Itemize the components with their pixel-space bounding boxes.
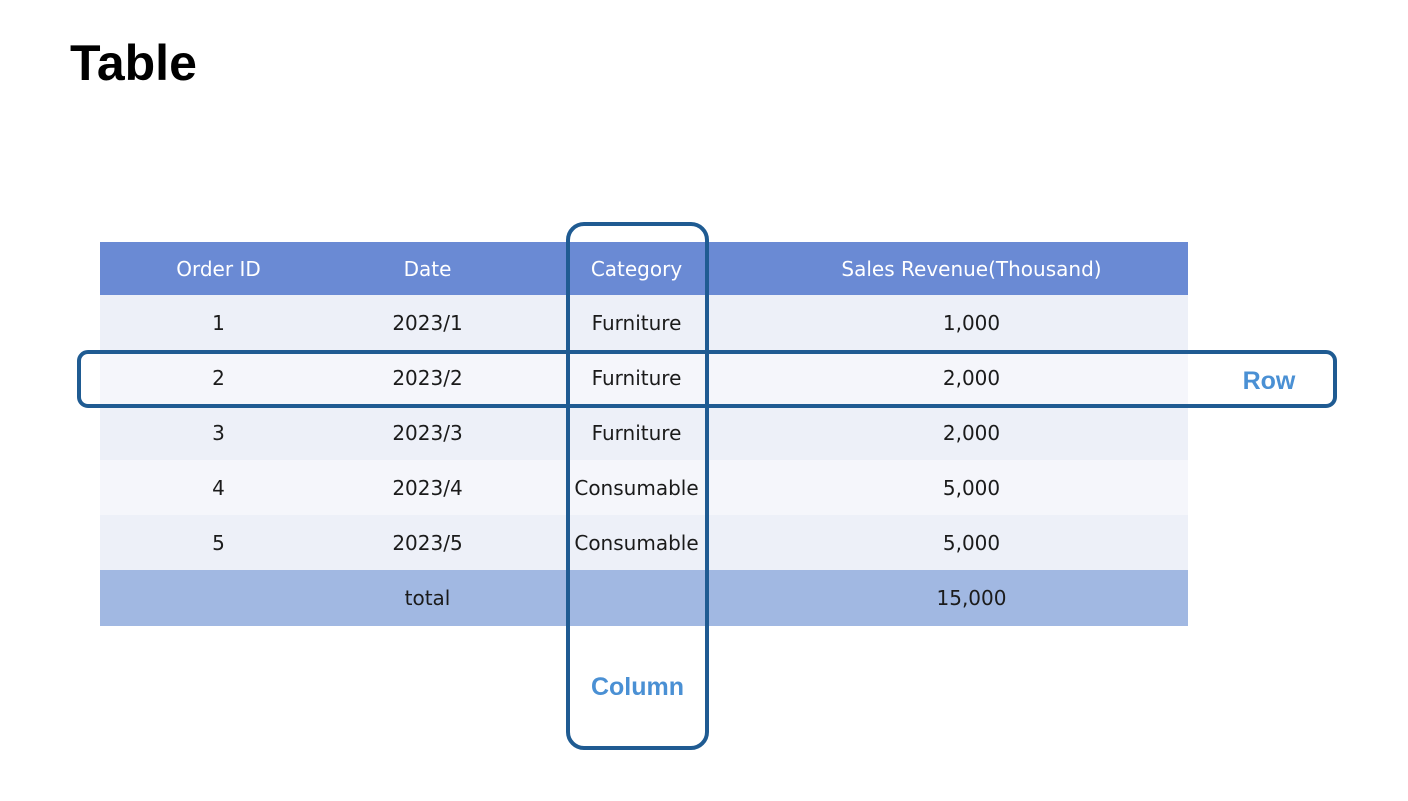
cell-order-id: 4	[212, 475, 225, 500]
header-category: Category	[590, 256, 683, 281]
cell-sales-revenue: 5,000	[942, 530, 1001, 555]
cell-date: 2023/1	[392, 310, 463, 335]
total-value: 15,000	[936, 586, 1007, 610]
cell-category: Consumable	[574, 530, 699, 555]
cell-date: 2023/2	[392, 365, 463, 390]
header-date: Date	[403, 256, 452, 281]
header-order-id: Order ID	[176, 256, 261, 281]
table-row: 2 2023/2 Furniture 2,000	[100, 350, 1188, 405]
cell-sales-revenue: 2,000	[942, 420, 1001, 445]
cell-sales-revenue: 2,000	[942, 365, 1001, 390]
cell-date: 2023/3	[392, 420, 463, 445]
total-empty-cell	[518, 570, 755, 626]
table-row: 3 2023/3 Furniture 2,000	[100, 405, 1188, 460]
table-row: 1 2023/1 Furniture 1,000	[100, 295, 1188, 350]
column-label: Column	[590, 673, 685, 701]
cell-order-id: 5	[212, 530, 225, 555]
sales-table: Order ID Date Category Sales Revenue(Tho…	[100, 242, 1188, 626]
cell-date: 2023/5	[392, 530, 463, 555]
cell-category: Consumable	[574, 475, 699, 500]
cell-order-id: 1	[212, 310, 225, 335]
cell-date: 2023/4	[392, 475, 463, 500]
total-label: total	[404, 586, 451, 610]
cell-category: Furniture	[591, 365, 682, 390]
table-header-row: Order ID Date Category Sales Revenue(Tho…	[100, 242, 1188, 295]
cell-sales-revenue: 1,000	[942, 310, 1001, 335]
row-label: Row	[1242, 367, 1296, 395]
cell-order-id: 3	[212, 420, 225, 445]
cell-category: Furniture	[591, 420, 682, 445]
page-title: Table	[70, 35, 197, 91]
table-row: 4 2023/4 Consumable 5,000	[100, 460, 1188, 515]
total-empty-cell	[100, 570, 337, 626]
cell-category: Furniture	[591, 310, 682, 335]
table-row: 5 2023/5 Consumable 5,000	[100, 515, 1188, 570]
table-total-row: total 15,000	[100, 570, 1188, 626]
slide: Table Order ID Date Category Sales Reven…	[0, 0, 1408, 801]
header-sales-revenue: Sales Revenue(Thousand)	[841, 256, 1102, 281]
cell-order-id: 2	[212, 365, 225, 390]
cell-sales-revenue: 5,000	[942, 475, 1001, 500]
